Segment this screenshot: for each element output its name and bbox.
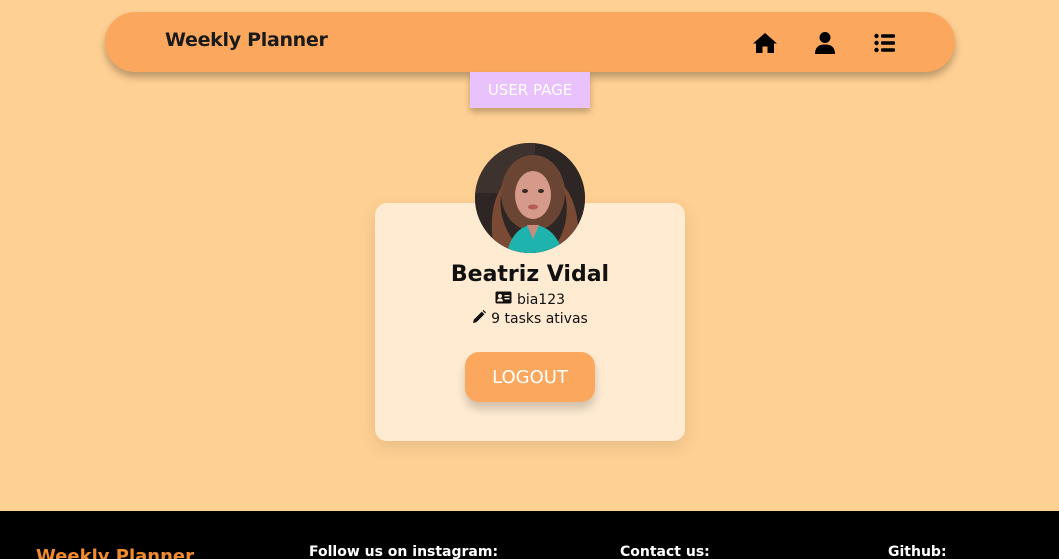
username-text: bia123 [516,291,566,308]
home-icon[interactable] [752,30,778,56]
tasks-row: 9 tasks ativas [375,310,685,328]
brand-title: Weekly Planner [165,29,328,51]
username-row: bia123 [375,291,685,308]
list-icon[interactable] [872,30,898,56]
pencil-icon [472,310,487,328]
top-navbar: Weekly Planner [105,12,955,72]
user-page: Weekly Planner USER PAGE Beatriz Vidal b… [0,0,1059,559]
logout-button[interactable]: LOGOUT [465,352,595,402]
id-card-icon [495,291,512,308]
avatar [475,143,585,253]
footer: Weekly Planner Follow us on instagram: C… [0,511,1059,559]
user-icon[interactable] [812,30,838,56]
footer-github-heading: Github: [888,544,947,559]
footer-contact-heading: Contact us: [620,544,710,559]
user-name: Beatriz Vidal [450,262,610,287]
user-page-tab: USER PAGE [470,72,590,108]
footer-brand: Weekly Planner [36,546,194,559]
tasks-count-text: 9 tasks ativas [491,311,588,327]
footer-instagram-heading: Follow us on instagram: [309,544,499,559]
